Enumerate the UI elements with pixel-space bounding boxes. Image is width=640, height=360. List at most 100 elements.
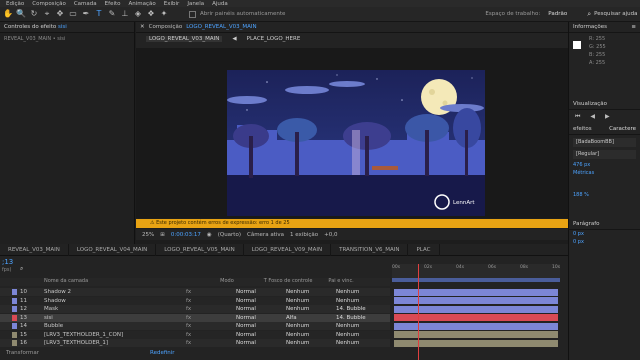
breadcrumb-item-logo[interactable]: PLACE_LOGO_HERE xyxy=(247,36,301,42)
layer-row[interactable]: 15 [LRV3_TEXTHOLDER_1_CON] fx Normal Nenhum N… xyxy=(0,330,390,339)
layer-number[interactable]: 15 xyxy=(20,332,27,338)
menu-view[interactable]: Exibir xyxy=(164,1,180,7)
timeline-tab[interactable]: LOGO_REVEAL_V04_MAIN xyxy=(69,243,157,256)
fx-switch-icon[interactable]: fx xyxy=(186,332,191,338)
paragraph-panel-header[interactable]: Parágrafo xyxy=(569,219,640,230)
fx-switch-icon[interactable]: fx xyxy=(186,340,191,346)
prev-frame-icon[interactable]: ◀ xyxy=(590,113,595,121)
preview-panel-header[interactable]: Visualização xyxy=(569,99,640,110)
track-matte-select[interactable]: Nenhum xyxy=(286,323,309,329)
track-matte-select[interactable]: Nenhum xyxy=(286,332,309,338)
layer-number[interactable]: 10 xyxy=(20,289,27,295)
layer-row[interactable]: 13 sisi fx Normal Alfa 14. Bubble xyxy=(0,313,390,322)
info-panel-header[interactable]: Informações ≡ xyxy=(569,22,640,33)
layer-name[interactable]: [LRV3_TEXTHOLDER_1_CON] xyxy=(44,332,123,338)
layer-color-label[interactable] xyxy=(12,314,17,321)
fx-switch-icon[interactable]: fx xyxy=(186,306,191,312)
track-matte-select[interactable]: Nenhum xyxy=(286,289,309,295)
layer-name[interactable]: Shadow 2 xyxy=(44,289,71,295)
tracking-value[interactable]: 188 % xyxy=(569,191,640,199)
zoom-select[interactable]: 25% xyxy=(142,232,154,238)
eraser-tool-icon[interactable]: ◈ xyxy=(133,9,143,19)
paragraph-indent-1[interactable]: 0 px xyxy=(569,230,640,238)
menu-icon[interactable]: ≡ xyxy=(631,24,636,30)
hand-tool-icon[interactable]: ✋ xyxy=(3,9,13,19)
character-tab[interactable]: Caractere xyxy=(609,126,636,132)
layer-name[interactable]: [LRV3_TEXTHOLDER_1] xyxy=(44,340,108,346)
expression-error-warning[interactable]: ⚠ Este projeto contém erros de expressão… xyxy=(136,219,568,228)
track-matte-select[interactable]: Nenhum xyxy=(286,306,309,312)
play-icon[interactable]: ▶ xyxy=(605,113,610,121)
layer-color-label[interactable] xyxy=(12,340,17,346)
parent-select[interactable]: Nenhum xyxy=(336,332,359,338)
camera-tool-icon[interactable]: ⌖ xyxy=(42,9,52,19)
timeline-tab[interactable]: PLAC xyxy=(408,243,440,256)
font-size-value[interactable]: 476 px xyxy=(569,161,640,169)
paragraph-indent-2[interactable]: 0 px xyxy=(569,238,640,246)
menu-animation[interactable]: Animação xyxy=(129,1,156,7)
layer-mode-select[interactable]: Normal xyxy=(236,298,256,304)
menu-effect[interactable]: Efeito xyxy=(105,1,121,7)
playhead[interactable] xyxy=(418,264,419,360)
layer-name[interactable]: sisi xyxy=(44,315,53,321)
brush-tool-icon[interactable]: ✎ xyxy=(107,9,117,19)
layer-name[interactable]: Shadow xyxy=(44,298,66,304)
stamp-tool-icon[interactable]: ⊥ xyxy=(120,9,130,19)
exposure-value[interactable]: +0,0 xyxy=(324,232,337,238)
fx-switch-icon[interactable]: fx xyxy=(186,298,191,304)
col-track-matte[interactable]: T Fosco de controle xyxy=(264,278,313,286)
quality-select[interactable]: (Quarto) xyxy=(218,232,241,238)
pen-tool-icon[interactable]: ✒ xyxy=(81,9,91,19)
track-matte-select[interactable]: Nenhum xyxy=(286,340,309,346)
type-tool-icon[interactable]: T xyxy=(94,9,104,19)
rectangle-tool-icon[interactable]: ▭ xyxy=(68,9,78,19)
layer-mode-select[interactable]: Normal xyxy=(236,323,256,329)
breadcrumb-item-main[interactable]: LOGO_REVEAL_V03_MAIN xyxy=(146,36,223,42)
first-frame-icon[interactable]: ⏮ xyxy=(575,113,580,121)
layer-name[interactable]: Mask xyxy=(44,306,58,312)
track-matte-select[interactable]: Alfa xyxy=(286,315,297,321)
font-family-select[interactable]: [BadaBoomBB] xyxy=(573,138,636,147)
close-icon[interactable]: ✕ xyxy=(140,24,145,30)
composition-tab-name[interactable]: LOGO_REVEAL_V03_MAIN xyxy=(186,24,256,30)
parent-select[interactable]: Nenhum xyxy=(336,289,359,295)
parent-select[interactable]: Nenhum xyxy=(336,298,359,304)
snapshot-icon[interactable]: ◉ xyxy=(207,232,212,238)
camera-select[interactable]: Câmera ativa xyxy=(247,232,284,238)
menu-help[interactable]: Ajuda xyxy=(212,1,228,7)
zoom-tool-icon[interactable]: 🔍 xyxy=(16,9,26,19)
parent-select[interactable]: Nenhum xyxy=(336,340,359,346)
layer-color-label[interactable] xyxy=(12,289,17,295)
layer-mode-select[interactable]: Normal xyxy=(236,289,256,295)
timeline-tab[interactable]: LOGO_REVEAL_V09_MAIN xyxy=(244,243,332,256)
fx-switch-icon[interactable]: fx xyxy=(186,323,191,329)
layer-color-label[interactable] xyxy=(12,331,17,338)
rotate-tool-icon[interactable]: ↻ xyxy=(29,9,39,19)
layer-row[interactable]: 10 Shadow 2 fx Normal Nenhum Nenhum xyxy=(0,288,390,296)
pan-tool-icon[interactable]: ✥ xyxy=(55,9,65,19)
menu-composition[interactable]: Composição xyxy=(32,1,66,7)
timeline-tab[interactable]: TRANSITION_V6_MAIN xyxy=(331,243,409,256)
timeline-tab[interactable]: LOGO_REVEAL_V05_MAIN xyxy=(156,243,244,256)
layer-row[interactable]: 14 Bubble fx Normal Nenhum Nenhum xyxy=(0,322,390,330)
layer-mode-select[interactable]: Normal xyxy=(236,340,256,346)
col-mode[interactable]: Modo xyxy=(220,278,234,286)
layer-number[interactable]: 16 xyxy=(20,340,27,346)
search-help-input[interactable]: Pesquisar ajuda xyxy=(594,11,637,17)
layer-row[interactable]: 12 Mask fx Normal Nenhum 14. Bubble xyxy=(0,305,390,313)
fx-switch-icon[interactable]: fx xyxy=(186,289,191,295)
layer-row[interactable]: 16 [LRV3_TEXTHOLDER_1] fx Normal Nenhum Nenhu… xyxy=(0,339,390,347)
effect-controls-tab[interactable]: Controles do efeito sisi xyxy=(4,24,67,30)
menu-edit[interactable]: Edição xyxy=(6,1,24,7)
kerning-value[interactable]: Métricas xyxy=(569,169,640,177)
layer-color-label[interactable] xyxy=(12,323,17,329)
effects-tab[interactable]: efeitos xyxy=(573,126,592,132)
layer-color-label[interactable] xyxy=(12,297,17,304)
fx-switch-icon[interactable]: fx xyxy=(186,315,191,321)
grid-icon[interactable]: ⊞ xyxy=(160,232,165,238)
layer-color-label[interactable] xyxy=(12,306,17,312)
timeline-current-time[interactable]: ;13 xyxy=(2,258,13,266)
roto-tool-icon[interactable]: ❖ xyxy=(146,9,156,19)
layer-name[interactable]: Bubble xyxy=(44,323,63,329)
menu-layer[interactable]: Camada xyxy=(74,1,97,7)
